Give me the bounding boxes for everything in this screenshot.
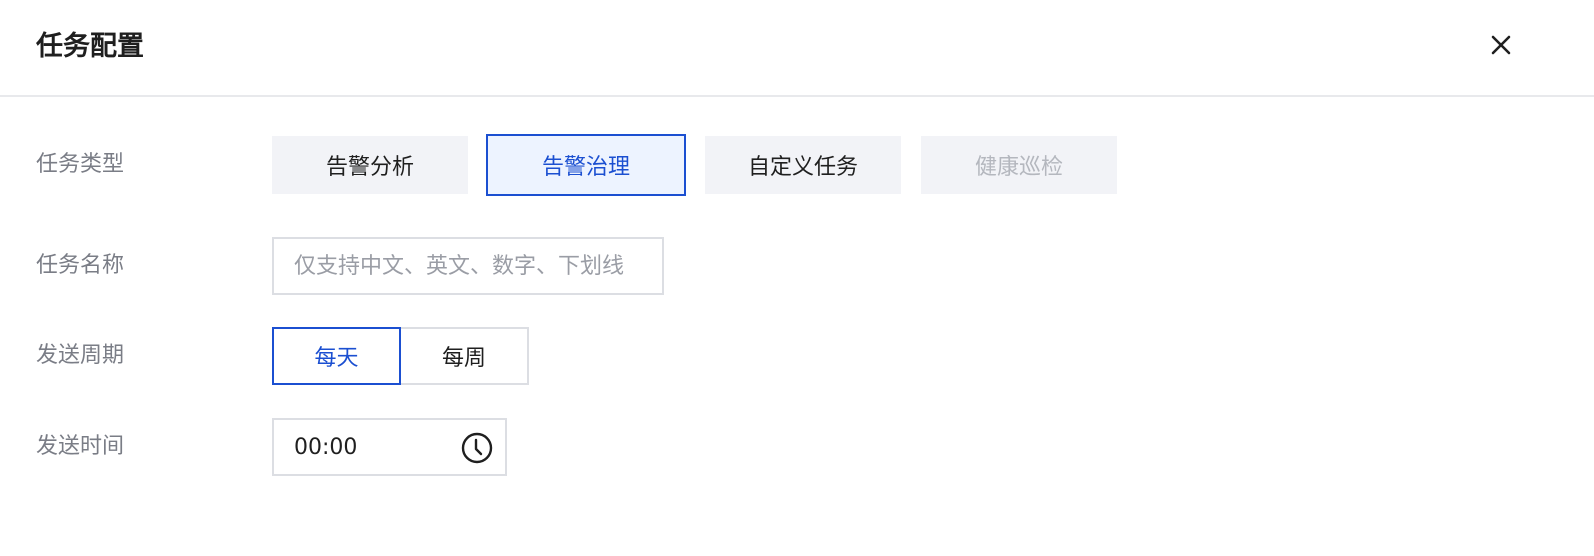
task-type-option-health-check: 健康巡检 [921,136,1117,194]
send-cycle-option-weekly[interactable]: 每周 [399,327,529,385]
send-time-picker[interactable]: 00:00 [272,418,507,476]
close-button[interactable] [1484,28,1518,62]
task-type-option-custom-task[interactable]: 自定义任务 [705,136,901,194]
task-type-option-alert-governance[interactable]: 告警治理 [486,134,686,196]
task-name-input[interactable] [272,237,664,295]
send-time-label: 发送时间 [36,434,125,459]
send-cycle-label: 发送周期 [36,343,125,368]
task-config-dialog: 任务配置 任务类型 告警分析 告警治理 自定义任务 健康巡检 任务名称 发送周期… [0,0,1594,556]
task-type-label: 任务类型 [36,152,125,177]
dialog-title: 任务配置 [36,31,144,62]
task-name-label: 任务名称 [36,253,125,278]
send-cycle-option-daily[interactable]: 每天 [272,327,401,385]
send-time-value: 00:00 [294,435,358,460]
close-icon [1491,35,1511,55]
dialog-header: 任务配置 [0,0,1594,97]
clock-icon [461,432,493,464]
task-type-option-alert-analysis[interactable]: 告警分析 [272,136,468,194]
